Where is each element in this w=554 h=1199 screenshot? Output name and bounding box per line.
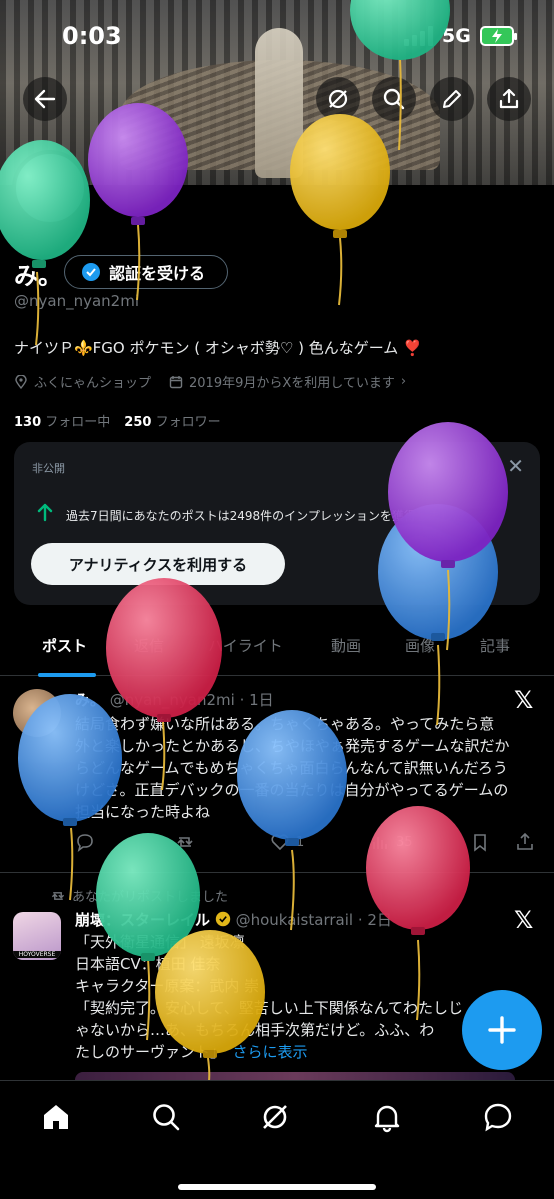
balloon-blue-center bbox=[237, 710, 347, 931]
home-indicator bbox=[178, 1184, 376, 1190]
balloon-yellow-bottom bbox=[155, 930, 265, 1090]
message-icon[interactable] bbox=[482, 1101, 514, 1133]
bell-icon[interactable] bbox=[371, 1101, 403, 1133]
balloon-green-left bbox=[0, 140, 90, 346]
balloon-purple bbox=[88, 103, 188, 301]
search-icon[interactable] bbox=[150, 1101, 182, 1133]
bottom-nav bbox=[0, 1080, 554, 1199]
balloon-red-right bbox=[366, 806, 470, 1021]
balloons-overlay bbox=[0, 0, 508, 1090]
plus-icon bbox=[488, 1016, 516, 1044]
grok-icon[interactable] bbox=[259, 1101, 291, 1133]
home-icon[interactable] bbox=[40, 1101, 72, 1133]
compose-post-button[interactable] bbox=[462, 990, 542, 1070]
balloon-red-center bbox=[106, 578, 222, 791]
balloon-yellow-top bbox=[290, 114, 390, 306]
